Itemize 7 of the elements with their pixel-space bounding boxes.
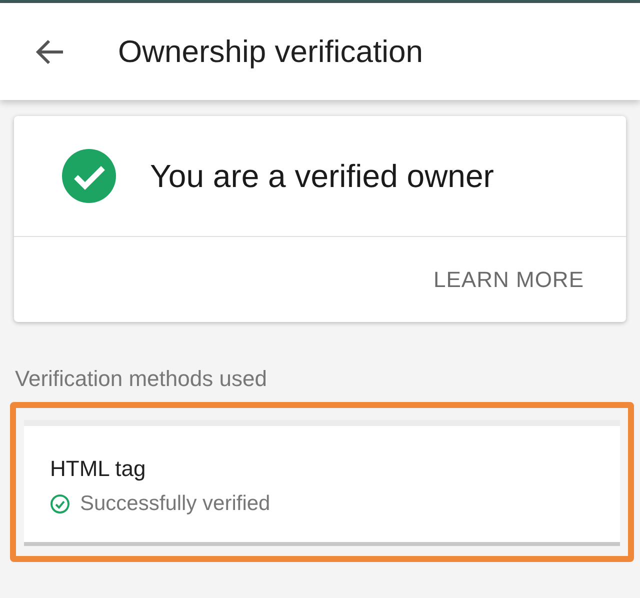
section-label: Verification methods used (15, 366, 268, 392)
status-message: You are a verified owner (150, 158, 494, 194)
back-arrow-icon (35, 38, 65, 64)
method-name: HTML tag (50, 456, 147, 482)
learn-more-button[interactable]: LEARN MORE (422, 260, 596, 298)
method-status: Successfully verified (80, 492, 270, 516)
page-title: Ownership verification (118, 34, 423, 70)
